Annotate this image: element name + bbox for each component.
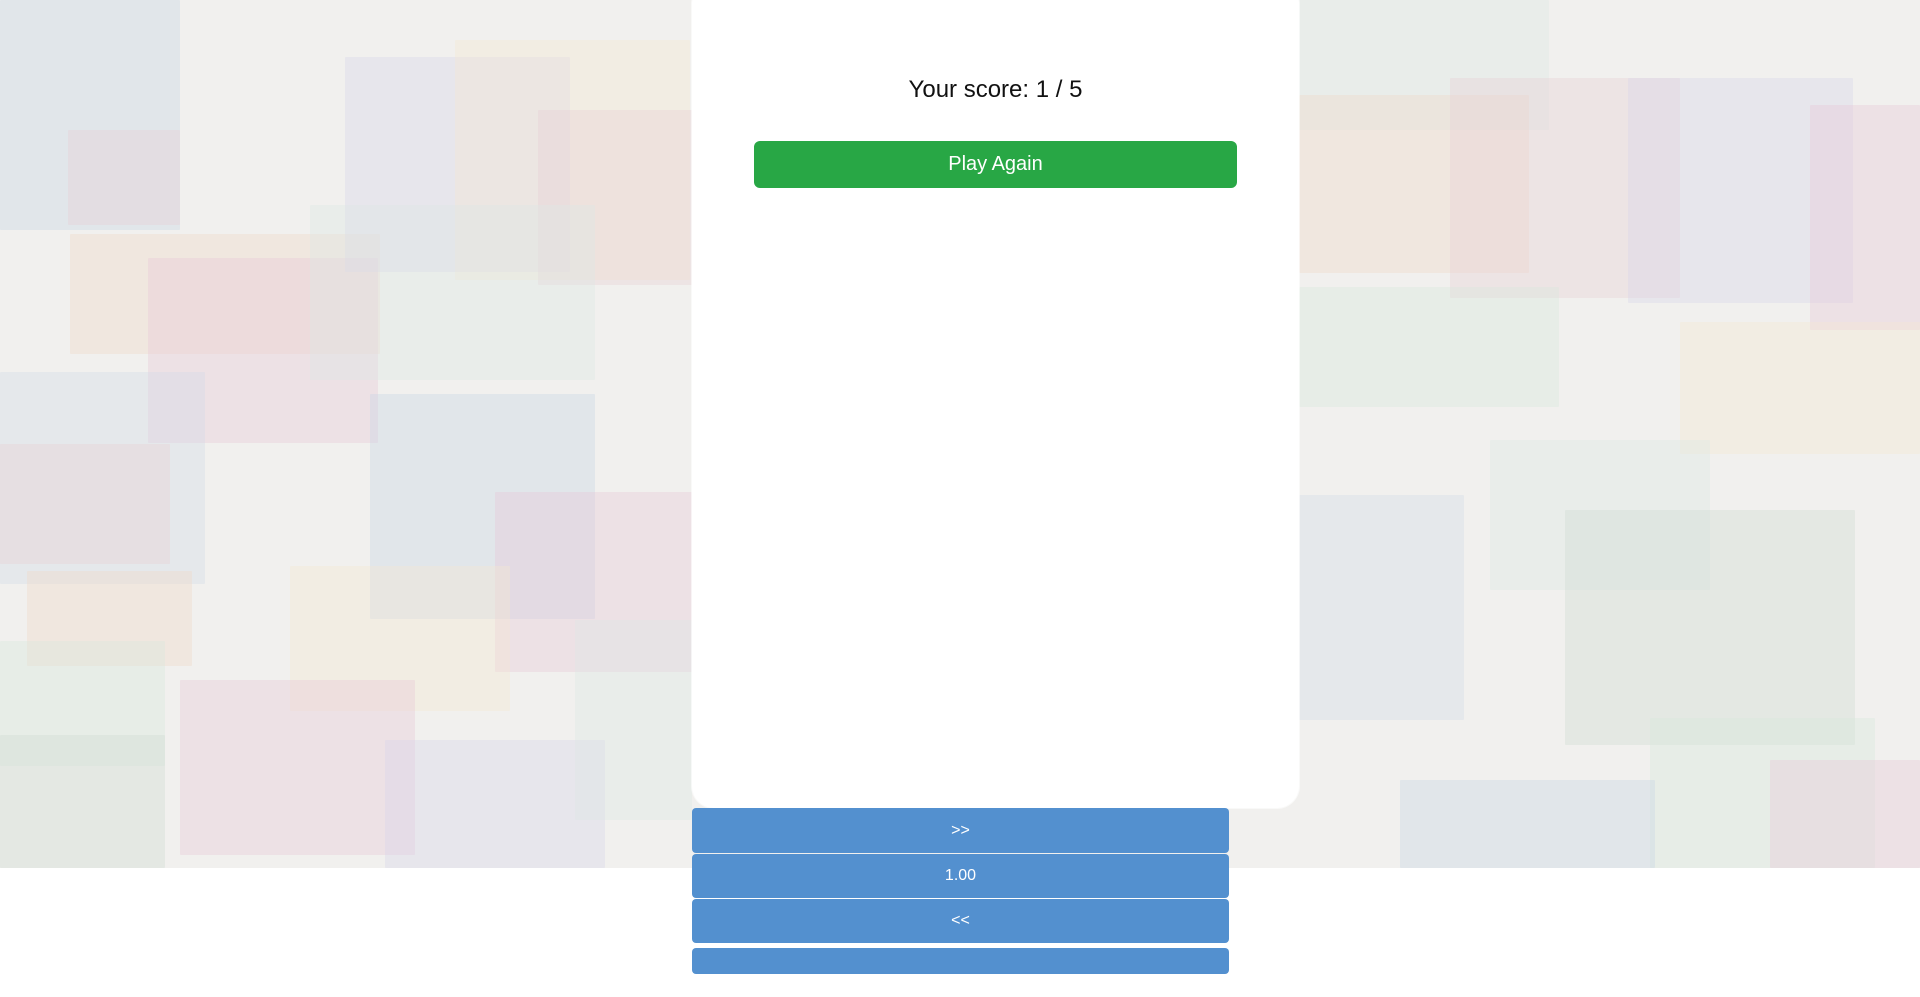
- speed-value-button[interactable]: 1.00: [692, 854, 1229, 898]
- score-text: Your score: 1 / 5: [908, 76, 1083, 103]
- background-tile: [1299, 287, 1559, 407]
- background-tile: [1680, 322, 1920, 454]
- extra-control-button[interactable]: [692, 948, 1229, 974]
- background-tile: [1810, 105, 1920, 330]
- game-result-card: Your score: 1 / 5 Play Again: [692, 0, 1299, 808]
- background-tile: [0, 735, 165, 868]
- background-tile: [1400, 780, 1655, 868]
- background-tile: [1299, 495, 1464, 720]
- background-tile: [575, 620, 692, 820]
- background-tile: [1565, 510, 1855, 745]
- next-button[interactable]: >>: [692, 808, 1229, 853]
- background-tile: [0, 444, 170, 564]
- play-again-button[interactable]: Play Again: [754, 141, 1237, 188]
- background-tile: [68, 130, 180, 225]
- background-tile: [1770, 760, 1920, 868]
- background-tile: [385, 740, 605, 868]
- previous-button[interactable]: <<: [692, 899, 1229, 943]
- background-tile: [180, 680, 415, 855]
- background-tile: [310, 205, 595, 380]
